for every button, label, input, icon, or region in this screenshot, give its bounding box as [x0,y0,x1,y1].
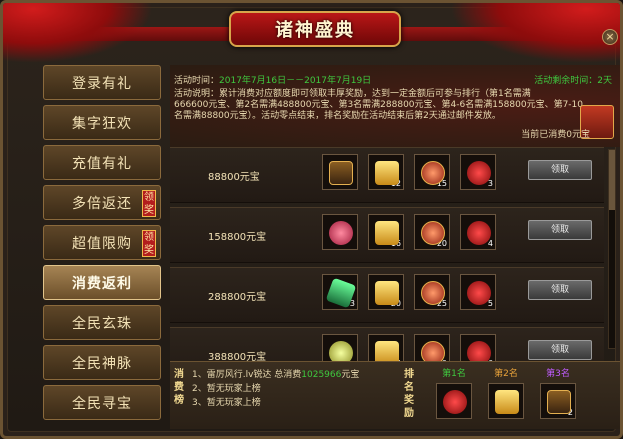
place-label: 第1名 [442,369,466,379]
consumed-amount: 当前已消费0元宝 [521,130,590,140]
sidebar-item-label: 集字狂欢 [72,115,132,132]
event-header: 活动时间：2017年7月16日－－2017年7月19日 活动剩余时间：2天 活动… [170,65,620,147]
reward-slot[interactable]: 4 [460,214,496,250]
reward-list: 88800元宝 12 15 3 领取 158800元宝 16 20 4 领取 2… [170,147,604,387]
gold-ingot-icon [375,221,399,245]
sidebar-item-login[interactable]: 登录有礼 [43,65,161,100]
reward-slot[interactable]: 20 [368,274,404,310]
main-panel: 活动时间：2017年7月16日－－2017年7月19日 活动剩余时间：2天 活动… [170,65,620,436]
scrollbar[interactable] [608,149,616,349]
reward-row: 158800元宝 16 20 4 领取 [170,207,604,263]
reward-slot[interactable] [322,154,358,190]
gem-icon [421,221,445,245]
red-feather-icon [467,281,491,305]
reward-slot[interactable]: 5 [460,274,496,310]
rank-place-1: 第1名 [432,366,476,419]
claim-button[interactable]: 领取 [528,160,592,180]
sidebar-item-consume-rebate[interactable]: 消费返利 [43,265,161,300]
reward-slot[interactable]: 20 [414,214,450,250]
sidebar-item-treasure-hunt[interactable]: 全民寻宝 [43,385,161,420]
sidebar-item-recharge[interactable]: 充值有礼 [43,145,161,180]
title-plate: 诸神盛典 [229,11,401,47]
window-frame: 诸神盛典 × 登录有礼 集字狂欢 充值有礼 多倍返还 领奖 超值限购 领奖 消费返利… [0,0,623,439]
event-time: 活动时间：2017年7月16日－－2017年7月19日 [174,73,371,86]
red-ribbon-right [450,3,620,63]
place-label: 第2名 [494,369,518,379]
rank-reward-tag: 排名奖励 [404,369,414,419]
reward-slot[interactable] [488,383,524,419]
reward-threshold: 288800元宝 [208,292,267,303]
claim-button[interactable]: 领取 [528,280,592,300]
scrollbar-thumb[interactable] [609,150,615,210]
gold-ingot-icon [375,281,399,305]
time-label: 活动时间： [174,76,220,86]
ranking-entry: 2、暂无玩家上榜 [192,384,261,394]
ranking-panel: 消费榜 1、雷厉风行.lv锐达 总消费1025966元宝 2、暂无玩家上榜 3、… [170,361,620,429]
red-ribbon-left [3,3,153,63]
desc-line: 666600元宝、第2名需满488800元宝、第3名需满288800元宝、第4-… [174,100,584,110]
gem-icon [421,161,445,185]
sidebar-item-label: 登录有礼 [72,75,132,92]
sidebar-item-multi-return[interactable]: 多倍返还 领奖 [43,185,161,220]
window-title: 诸神盛典 [275,20,355,41]
sidebar-item-label: 全民神脉 [72,355,132,372]
sidebar-item-label: 充值有礼 [72,155,132,172]
sidebar-item-label: 超值限购 [72,235,132,252]
reward-slot[interactable]: 15 [414,154,450,190]
rank-place-3: 第3名 2 [536,366,580,419]
ranking-entry: 3、暂无玩家上榜 [192,398,261,408]
reward-slot[interactable]: 12 [368,154,404,190]
gem-icon [421,281,445,305]
place-label: 第3名 [546,369,570,379]
claim-button[interactable]: 领取 [528,340,592,360]
sidebar-item-label: 消费返利 [72,275,132,292]
close-button[interactable]: × [602,29,618,45]
claim-badge: 领奖 [142,230,156,257]
event-description: 活动说明：累计消费对应额度即可领取丰厚奖励，达到一定金额后可参与排行（第1名需满… [174,89,584,122]
reward-slot[interactable] [436,383,472,419]
reward-slot[interactable]: 25 [414,274,450,310]
sidebar: 登录有礼 集字狂欢 充值有礼 多倍返还 领奖 超值限购 领奖 消费返利 全民玄珠 全… [43,65,165,425]
red-feather-icon [443,390,467,414]
gift-box-icon [495,390,519,414]
sidebar-item-collect-words[interactable]: 集字狂欢 [43,105,161,140]
reward-row: 88800元宝 12 15 3 领取 [170,147,604,203]
remaining-time: 活动剩余时间：2天 [534,76,612,86]
sidebar-item-label: 多倍返还 [72,195,132,212]
claim-button[interactable]: 领取 [528,220,592,240]
reward-threshold: 88800元宝 [208,172,260,183]
ranking-title: 消费榜 [174,369,184,406]
sidebar-item-mystic-pearl[interactable]: 全民玄珠 [43,305,161,340]
desc-line: 名需满88800元宝）。活动零点结束，排名奖励在活动结束后第2天通过邮件发放。 [174,111,501,121]
sidebar-item-limited-buy[interactable]: 超值限购 领奖 [43,225,161,260]
sidebar-item-label: 全民寻宝 [72,395,132,412]
red-feather-icon [467,221,491,245]
reward-slot[interactable]: 3 [460,154,496,190]
reward-slot[interactable]: 2 [540,383,576,419]
sidebar-item-label: 全民玄珠 [72,315,132,332]
reward-slot[interactable]: 3 [322,274,358,310]
reward-slot[interactable]: 16 [368,214,404,250]
reward-threshold: 158800元宝 [208,232,267,243]
reward-row: 288800元宝 3 20 25 5 领取 [170,267,604,323]
gold-ingot-icon [375,161,399,185]
time-value: 2017年7月16日－－2017年7月19日 [219,76,372,86]
ranking-entry: 1、雷厉风行.lv锐达 总消费1025966元宝 [192,370,360,380]
ranking-list: 1、雷厉风行.lv锐达 总消费1025966元宝 2、暂无玩家上榜 3、暂无玩家… [192,368,359,410]
chest-icon [329,161,353,185]
desc-line: 活动说明：累计消费对应额度即可领取丰厚奖励，达到一定金额后可参与排行（第1名需满 [174,89,531,99]
jewel-icon [329,221,353,245]
chest-icon [547,390,571,414]
reward-slot[interactable] [322,214,358,250]
red-feather-icon [467,161,491,185]
rank-place-2: 第2名 [484,366,528,419]
sidebar-item-divine-vein[interactable]: 全民神脉 [43,345,161,380]
claim-badge: 领奖 [142,190,156,217]
